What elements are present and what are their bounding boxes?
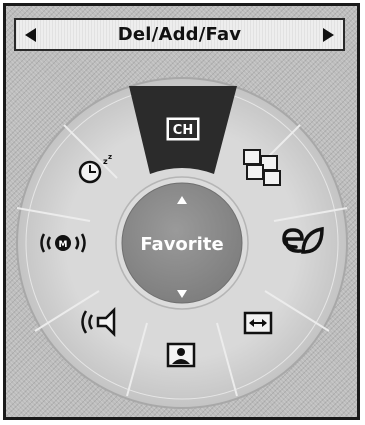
picture-size-icon bbox=[243, 311, 273, 335]
wheel-item-source[interactable] bbox=[243, 149, 281, 186]
svg-text:z: z bbox=[108, 153, 112, 161]
center-label: Favorite bbox=[140, 234, 223, 255]
picture-mode-icon bbox=[166, 342, 196, 368]
wheel-item-picture-mode[interactable] bbox=[166, 342, 196, 368]
channel-label: CH bbox=[173, 123, 193, 138]
wheel-item-picture-size[interactable] bbox=[243, 311, 273, 335]
source-icon bbox=[243, 149, 281, 186]
wheel-item-favorite[interactable]: Favorite bbox=[115, 176, 249, 310]
svg-text:M: M bbox=[59, 240, 68, 250]
